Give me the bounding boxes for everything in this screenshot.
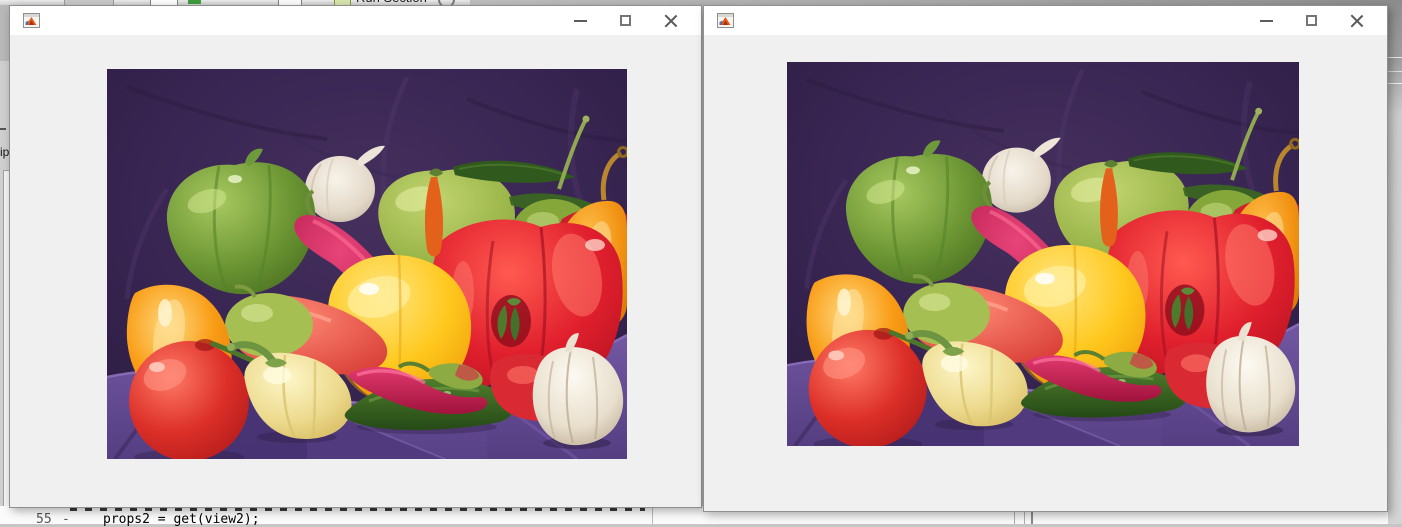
minimize-icon	[574, 19, 587, 22]
figure-window-right	[703, 5, 1388, 512]
titlebar[interactable]	[704, 6, 1387, 35]
panel-line-fragment-3	[1388, 83, 1402, 84]
editor-divider	[652, 506, 653, 524]
desktop-right-panel-fragment	[1388, 5, 1402, 524]
toolbar-green-icon	[188, 0, 201, 4]
panel-line-fragment-2	[1388, 71, 1402, 72]
editor-line-number: 55	[36, 512, 52, 527]
clipped-code-line-tops	[70, 508, 645, 511]
figure-window-left	[9, 5, 702, 508]
matlab-figure-icon	[23, 13, 40, 28]
figure-canvas	[10, 35, 701, 507]
minimize-button[interactable]	[1244, 6, 1289, 35]
panel-dash-fragment	[0, 128, 6, 130]
minimize-button[interactable]	[558, 6, 603, 35]
peppers-image	[787, 62, 1299, 446]
maximize-button[interactable]	[1289, 6, 1334, 35]
matlab-figure-icon	[717, 13, 734, 28]
close-button[interactable]	[1334, 6, 1379, 35]
peppers-image	[107, 69, 627, 459]
run-section-label: Run Section	[356, 0, 427, 4]
window-controls	[1244, 6, 1379, 35]
window-controls	[558, 6, 693, 35]
figure-canvas	[704, 35, 1387, 511]
minimize-icon	[1260, 19, 1273, 22]
close-icon	[664, 14, 677, 27]
close-icon	[1350, 14, 1363, 27]
maximize-icon	[1306, 15, 1317, 26]
maximize-button[interactable]	[603, 6, 648, 35]
close-button[interactable]	[648, 6, 693, 35]
maximize-icon	[620, 15, 631, 26]
editor-code-line: props2 = get(view2);	[103, 512, 260, 527]
panel-text-fragment: ip	[0, 145, 10, 159]
editor-exec-marker: -	[62, 512, 70, 527]
panel-line-fragment	[1388, 57, 1402, 58]
titlebar[interactable]	[10, 6, 701, 35]
